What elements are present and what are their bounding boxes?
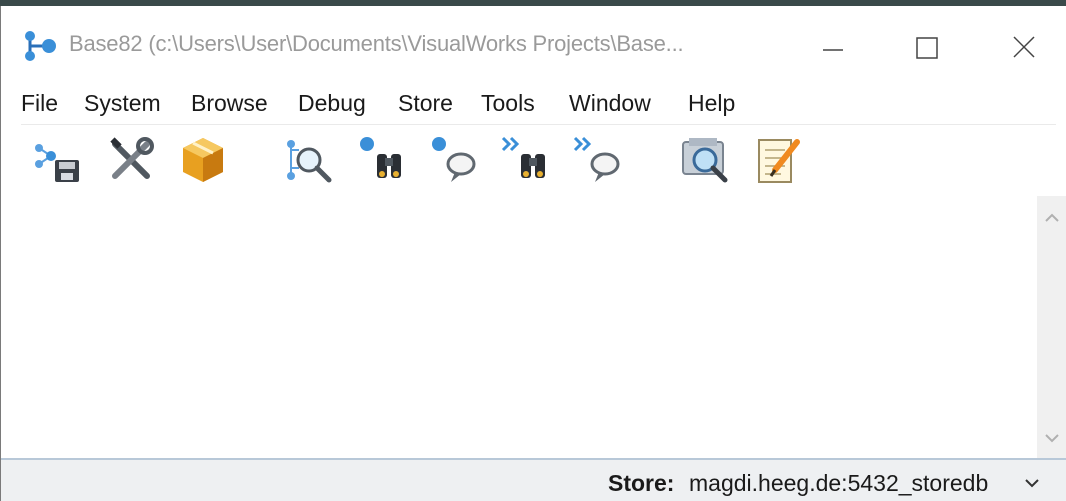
menu-tools[interactable]: Tools xyxy=(481,90,535,117)
next-class-binoculars-button[interactable] xyxy=(501,134,553,186)
find-message-button[interactable] xyxy=(429,134,481,186)
menu-separator xyxy=(21,124,1056,125)
menu-help[interactable]: Help xyxy=(688,90,735,117)
parcel-package-button[interactable] xyxy=(177,134,229,186)
maximize-button[interactable] xyxy=(897,26,957,70)
workspace-notepad-icon xyxy=(758,139,800,183)
workspace-notepad-button[interactable] xyxy=(753,134,805,186)
find-message-icon xyxy=(432,137,476,182)
inspect-magnify-button[interactable] xyxy=(679,134,731,186)
menu-file[interactable]: File xyxy=(21,90,58,117)
scroll-down-arrow-icon[interactable] xyxy=(1042,428,1062,448)
window-title: Base82 (c:\Users\User\Documents\VisualWo… xyxy=(69,31,684,56)
menu-store[interactable]: Store xyxy=(398,90,453,117)
menu-bar: File System Browse Debug Store Tools Win… xyxy=(1,84,1066,124)
title-bar[interactable]: Base82 (c:\Users\User\Documents\VisualWo… xyxy=(1,6,1066,76)
store-selector[interactable]: magdi.heeg.de:5432_storedb xyxy=(689,470,988,497)
maximize-icon xyxy=(916,37,938,59)
browse-search-icon xyxy=(287,140,332,183)
scroll-up-arrow-icon[interactable] xyxy=(1042,208,1062,228)
save-image-button[interactable] xyxy=(31,134,83,186)
status-bar: Store: magdi.heeg.de:5432_storedb xyxy=(1,458,1066,501)
find-class-binoculars-button[interactable] xyxy=(357,134,409,186)
vertical-scrollbar[interactable] xyxy=(1037,196,1066,458)
browse-search-button[interactable] xyxy=(283,134,335,186)
app-icon[interactable] xyxy=(21,28,61,64)
content-area[interactable] xyxy=(1,196,1037,458)
close-button[interactable] xyxy=(995,26,1055,70)
settings-tools-icon xyxy=(110,137,154,179)
chevron-down-icon[interactable] xyxy=(1021,472,1043,494)
next-message-icon xyxy=(573,136,620,182)
inspect-magnify-icon xyxy=(682,138,728,183)
close-icon xyxy=(1013,36,1035,58)
menu-window[interactable]: Window xyxy=(569,90,651,117)
menu-system[interactable]: System xyxy=(84,90,161,117)
main-window: Base82 (c:\Users\User\Documents\VisualWo… xyxy=(0,6,1066,501)
parcel-package-icon xyxy=(183,138,223,182)
settings-tools-button[interactable] xyxy=(105,134,157,186)
menu-debug[interactable]: Debug xyxy=(298,90,366,117)
find-class-binoculars-icon xyxy=(360,137,401,178)
next-message-button[interactable] xyxy=(573,134,625,186)
minimize-icon xyxy=(823,49,843,51)
minimize-button[interactable] xyxy=(803,26,863,70)
next-class-binoculars-icon xyxy=(501,136,545,178)
store-label: Store: xyxy=(608,470,675,496)
menu-browse[interactable]: Browse xyxy=(191,90,268,117)
save-image-icon xyxy=(35,144,79,182)
